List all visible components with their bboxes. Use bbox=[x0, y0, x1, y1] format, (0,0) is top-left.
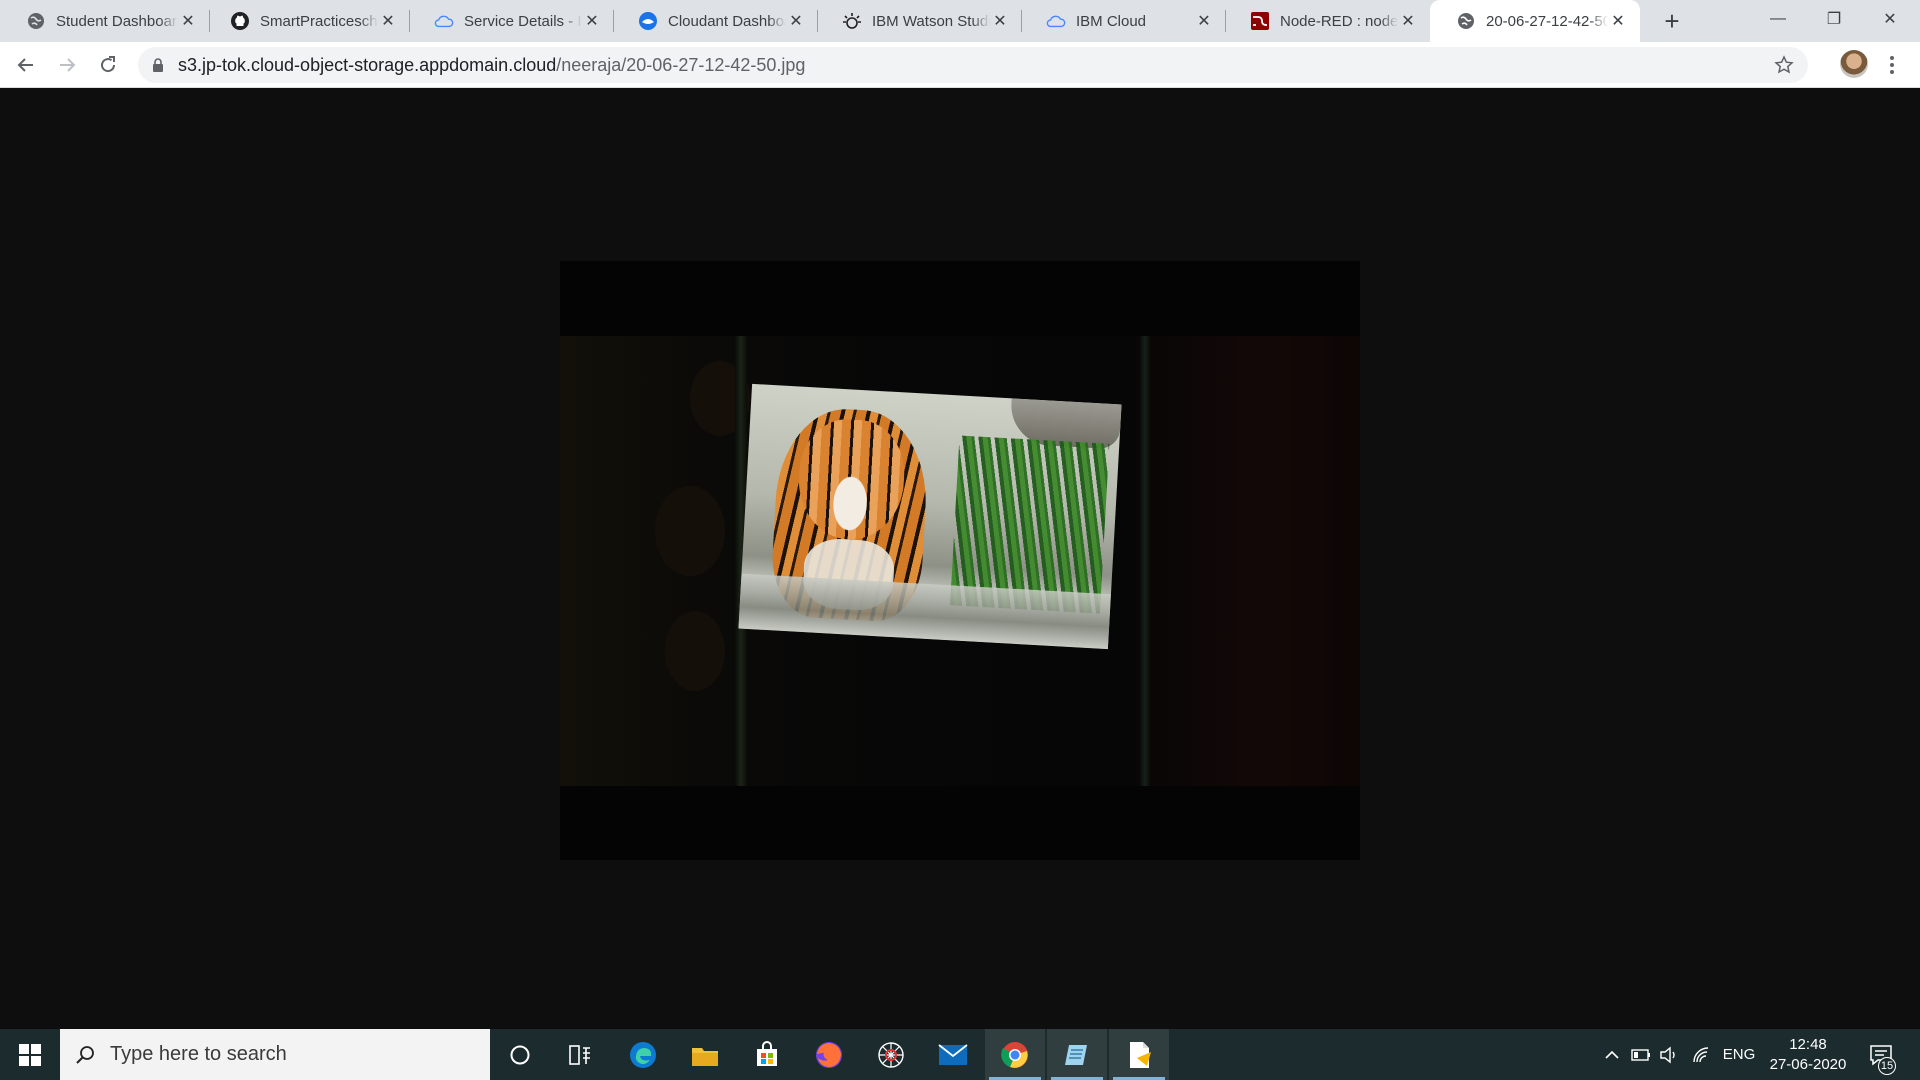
shadow-shape bbox=[665, 611, 725, 691]
shadow-shape bbox=[655, 486, 725, 576]
forward-button[interactable] bbox=[51, 49, 83, 81]
tab-title: Node-RED : node-red bbox=[1280, 12, 1398, 30]
language-indicator[interactable]: ENG bbox=[1718, 1029, 1760, 1080]
tab-smartpracticeschool[interactable]: SmartPracticeschool ✕ bbox=[204, 0, 410, 42]
tab-cloudant-dashboard[interactable]: Cloudant Dashboard ✕ bbox=[612, 0, 818, 42]
tab-strip: Student Dashboard ✕ SmartPracticeschool … bbox=[0, 0, 1920, 42]
windows-taskbar: Type here to search ENG 12:48 27-06-2020… bbox=[0, 1029, 1920, 1080]
close-tab-icon[interactable]: ✕ bbox=[1608, 11, 1628, 31]
close-tab-icon[interactable]: ✕ bbox=[1398, 11, 1418, 31]
close-tab-icon[interactable]: ✕ bbox=[378, 11, 398, 31]
tab-active-image[interactable]: 20-06-27-12-42-50.jpg ✕ bbox=[1430, 0, 1640, 42]
arrow-right-icon bbox=[60, 58, 76, 72]
reload-icon bbox=[101, 56, 116, 73]
close-tab-icon[interactable]: ✕ bbox=[990, 11, 1010, 31]
firefox-icon[interactable] bbox=[799, 1029, 859, 1080]
close-window-button[interactable]: ✕ bbox=[1862, 0, 1918, 38]
tab-student-dashboard[interactable]: Student Dashboard ✕ bbox=[0, 0, 210, 42]
document-icon[interactable] bbox=[1109, 1029, 1169, 1080]
displayed-photo[interactable] bbox=[560, 261, 1360, 860]
globe-icon bbox=[1456, 11, 1476, 31]
notification-count-badge: 15 bbox=[1878, 1057, 1896, 1075]
globe-icon bbox=[26, 11, 46, 31]
watson-icon bbox=[842, 11, 862, 31]
volume-icon[interactable] bbox=[1656, 1029, 1682, 1080]
show-hidden-icons-chevron-icon[interactable] bbox=[1600, 1029, 1624, 1080]
tab-title: 20-06-27-12-42-50.jpg bbox=[1486, 12, 1608, 30]
mail-icon[interactable] bbox=[923, 1029, 983, 1080]
tab-title: Cloudant Dashboard bbox=[668, 12, 786, 30]
tab-node-red[interactable]: Node-RED : node-red ✕ bbox=[1224, 0, 1430, 42]
bookmark-star-icon[interactable] bbox=[1774, 55, 1794, 75]
wifi-icon[interactable] bbox=[1688, 1029, 1714, 1080]
edge-icon[interactable] bbox=[613, 1029, 673, 1080]
tab-ibm-watson-studio[interactable]: IBM Watson Studio ✕ bbox=[816, 0, 1022, 42]
tiger-picture bbox=[738, 383, 1122, 650]
image-viewer bbox=[0, 89, 1920, 1029]
cortana-icon[interactable] bbox=[490, 1029, 550, 1080]
restore-button[interactable]: ❐ bbox=[1806, 0, 1862, 38]
battery-icon[interactable] bbox=[1628, 1029, 1654, 1080]
spider-icon[interactable] bbox=[861, 1029, 921, 1080]
close-tab-icon[interactable]: ✕ bbox=[582, 11, 602, 31]
tab-title: Service Details - IBM bbox=[464, 12, 582, 30]
cloudant-icon bbox=[638, 11, 658, 31]
address-bar[interactable]: s3.jp-tok.cloud-object-storage.appdomain… bbox=[138, 47, 1808, 83]
tab-service-details[interactable]: Service Details - IBM ✕ bbox=[408, 0, 614, 42]
ibm-cloud-icon bbox=[1046, 11, 1066, 31]
chrome-icon[interactable] bbox=[985, 1029, 1045, 1080]
browser-menu-button[interactable] bbox=[1882, 51, 1902, 79]
lock-icon[interactable] bbox=[150, 57, 166, 73]
tab-title: SmartPracticeschool bbox=[260, 12, 378, 30]
profile-avatar[interactable] bbox=[1840, 50, 1868, 78]
github-icon bbox=[230, 11, 250, 31]
close-tab-icon[interactable]: ✕ bbox=[1194, 11, 1214, 31]
minimize-button[interactable]: — bbox=[1750, 0, 1806, 38]
url-text[interactable]: s3.jp-tok.cloud-object-storage.appdomain… bbox=[178, 55, 805, 76]
url-path: /neeraja/20-06-27-12-42-50.jpg bbox=[556, 55, 806, 75]
node-red-icon bbox=[1250, 11, 1270, 31]
new-tab-button[interactable]: + bbox=[1656, 6, 1688, 36]
notepad-icon[interactable] bbox=[1047, 1029, 1107, 1080]
ibm-cloud-icon bbox=[434, 11, 454, 31]
clock-date: 27-06-2020 bbox=[1769, 1056, 1847, 1073]
url-host: s3.jp-tok.cloud-object-storage.appdomain… bbox=[178, 55, 557, 75]
back-button[interactable] bbox=[10, 49, 42, 81]
start-button[interactable] bbox=[0, 1029, 60, 1080]
taskbar-search-box[interactable]: Type here to search bbox=[60, 1029, 490, 1080]
tab-ibm-cloud[interactable]: IBM Cloud ✕ bbox=[1020, 0, 1226, 42]
search-placeholder: Type here to search bbox=[110, 1043, 287, 1065]
search-icon bbox=[76, 1045, 94, 1064]
file-explorer-icon[interactable] bbox=[675, 1029, 735, 1080]
system-clock[interactable]: 12:48 27-06-2020 bbox=[1768, 1035, 1848, 1075]
arrow-left-icon bbox=[17, 58, 33, 72]
frame-edge-right bbox=[1140, 336, 1150, 786]
close-tab-icon[interactable]: ✕ bbox=[178, 11, 198, 31]
clock-time: 12:48 bbox=[1789, 1036, 1827, 1053]
close-tab-icon[interactable]: ✕ bbox=[786, 11, 806, 31]
tab-title: IBM Watson Studio bbox=[872, 12, 990, 30]
tab-title: IBM Cloud bbox=[1076, 12, 1147, 30]
store-icon[interactable] bbox=[737, 1029, 797, 1080]
task-view-icon[interactable] bbox=[550, 1029, 610, 1080]
windows-logo-icon bbox=[19, 1043, 41, 1066]
browser-toolbar: s3.jp-tok.cloud-object-storage.appdomain… bbox=[0, 42, 1920, 88]
tab-title: Student Dashboard bbox=[56, 12, 178, 30]
reload-button[interactable] bbox=[92, 49, 124, 81]
